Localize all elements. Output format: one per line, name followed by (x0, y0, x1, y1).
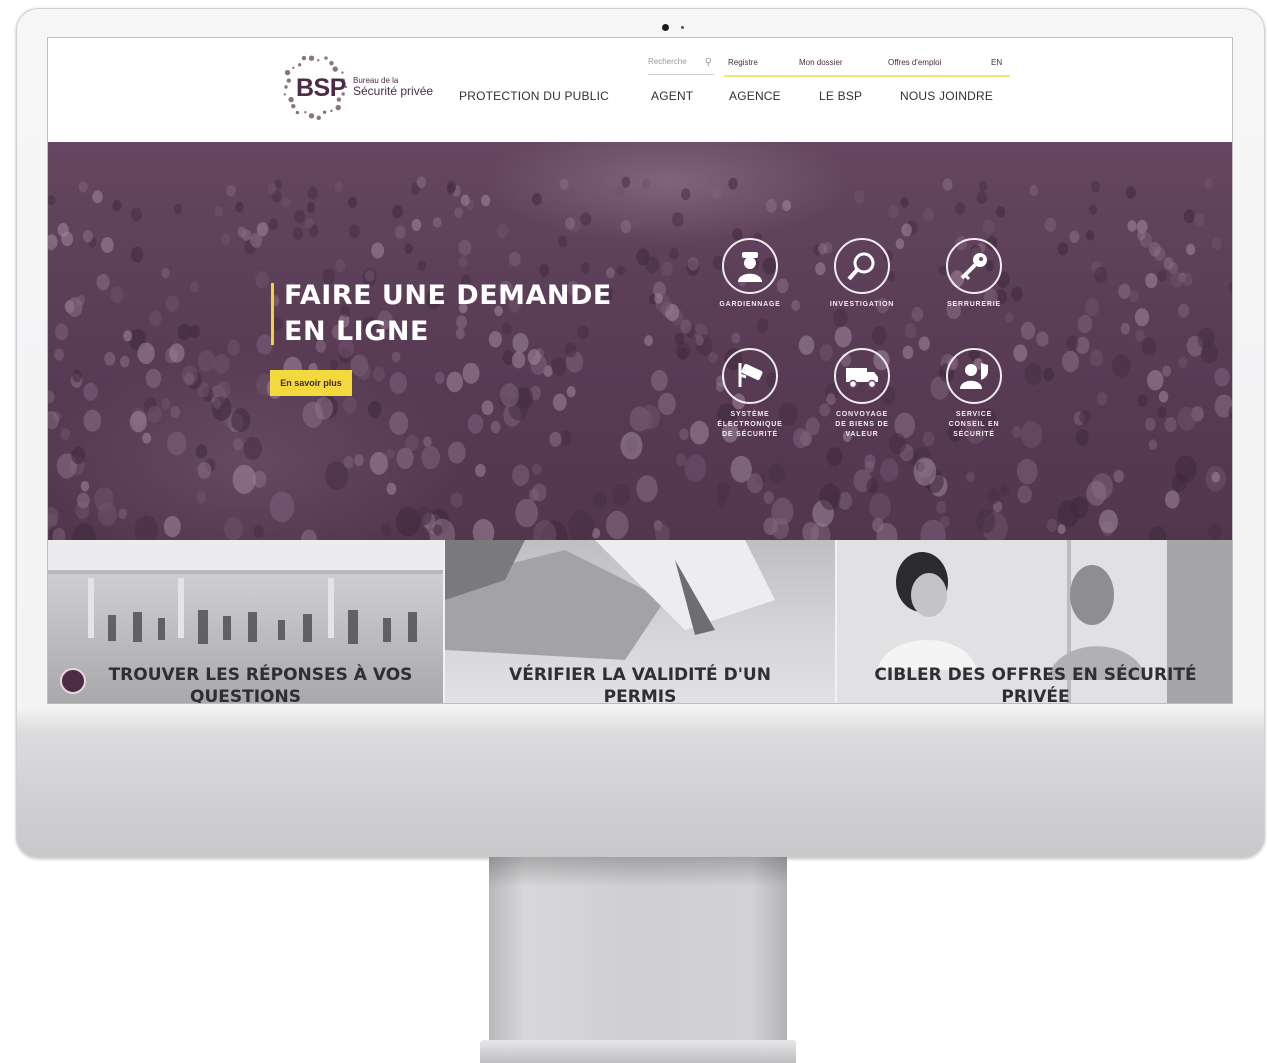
card-faq[interactable]: TROUVER LES RÉPONSES À VOS QUESTIONS (48, 540, 443, 704)
logo-dot (297, 63, 302, 67)
search-icon[interactable]: ⚲ (705, 57, 712, 68)
logo-dot (291, 104, 296, 109)
monitor-foot (480, 1040, 796, 1063)
card-divider (443, 540, 445, 703)
card-title-line2: QUESTIONS (190, 687, 301, 704)
card-title-line2: PRIVÉE (1001, 687, 1070, 704)
card-title-line2: PERMIS (603, 687, 677, 704)
service-convoyage[interactable]: CONVOYAGE DE BIENS DE VALEUR (812, 348, 912, 440)
service-investigation[interactable]: INVESTIGATION (812, 238, 912, 310)
logo-abbr: BSP (296, 74, 346, 102)
guard-icon (722, 238, 778, 294)
service-label: SERVICE CONSEIL EN SÉCURITÉ (948, 411, 1000, 438)
consultant-icon (946, 348, 1002, 404)
util-link-offres[interactable]: Offres d'emploi (888, 58, 941, 67)
camera-icon (722, 348, 778, 404)
service-label: CONVOYAGE DE BIENS DE VALEUR (835, 411, 889, 438)
language-toggle[interactable]: EN (991, 58, 1002, 67)
logo-dot (316, 115, 321, 120)
util-link-registre[interactable]: Registre (728, 58, 758, 67)
logo-dot (330, 109, 333, 113)
logo-dot (284, 85, 288, 89)
service-serrurerie[interactable]: SERRURERIE (924, 238, 1024, 310)
service-systeme-electronique[interactable]: SYSTÈME ÉLECTRONIQUE DE SÉCURITÉ (700, 348, 800, 440)
logo-dot (288, 96, 294, 103)
truck-icon (834, 348, 890, 404)
service-gardiennage[interactable]: GARDIENNAGE (700, 238, 800, 310)
logo-dot (308, 113, 315, 119)
card-title: TROUVER LES RÉPONSES À VOS (108, 665, 413, 685)
logo-dot (317, 58, 320, 62)
nav-agence[interactable]: AGENCE (729, 89, 781, 103)
logo-dot (322, 110, 327, 114)
search-input[interactable]: Recherche ⚲ (648, 57, 714, 75)
logo-dot (292, 66, 295, 69)
card-title: CIBLER DES OFFRES EN SÉCURITÉ (874, 665, 1197, 685)
crowd-background (48, 142, 1232, 540)
logo-dot (283, 93, 287, 96)
service-label: INVESTIGATION (829, 301, 895, 308)
hero-banner: FAIRE UNE DEMANDE EN LIGNE En savoir plu… (48, 142, 1232, 540)
nav-agent[interactable]: AGENT (651, 89, 693, 103)
logo-dot (324, 56, 328, 60)
search-placeholder: Recherche (648, 57, 687, 66)
logo-dot (304, 111, 307, 114)
logo-dot (301, 55, 307, 61)
logo-dot (308, 55, 315, 61)
logo-dot (284, 69, 291, 76)
service-label: SYSTÈME ÉLECTRONIQUE DE SÉCURITÉ (717, 411, 783, 438)
learn-more-button[interactable]: En savoir plus (270, 370, 352, 396)
nav-le-bsp[interactable]: LE BSP (819, 89, 862, 103)
camera-icon (662, 24, 669, 31)
logo-dot (295, 110, 300, 115)
card-offers[interactable]: CIBLER DES OFFRES EN SÉCURITÉ PRIVÉE (837, 540, 1232, 704)
service-conseil[interactable]: SERVICE CONSEIL EN SÉCURITÉ (924, 348, 1024, 440)
logo-dot (335, 104, 341, 111)
service-label: GARDIENNAGE (719, 301, 781, 308)
card-permit[interactable]: VÉRIFIER LA VALIDITÉ D'UN PERMIS (445, 540, 835, 704)
hero-accent-bar (271, 283, 274, 345)
service-label: SERRURERIE (947, 301, 1001, 308)
logo-dot (286, 78, 291, 83)
nav-protection-du-public[interactable]: PROTECTION DU PUBLIC (459, 89, 609, 103)
logo-dot (332, 66, 338, 72)
logo-line2: Sécurité privée (353, 84, 434, 98)
key-icon (946, 238, 1002, 294)
card-divider (835, 540, 837, 703)
stand-shadow (489, 857, 787, 887)
screen: BSP Bureau de la Sécurité privée Recherc… (47, 37, 1233, 704)
feature-cards: TROUVER LES RÉPONSES À VOS QUESTIONS VÉR… (48, 540, 1232, 704)
card-title: VÉRIFIER LA VALIDITÉ D'UN (509, 665, 771, 685)
camera-sensor-icon (681, 26, 684, 29)
logo[interactable]: BSP Bureau de la Sécurité privée (280, 52, 450, 122)
magnifier-icon (834, 238, 890, 294)
logo-dot (329, 60, 334, 66)
utility-underline (724, 75, 1010, 77)
util-link-mon-dossier[interactable]: Mon dossier (799, 58, 843, 67)
nav-nous-joindre[interactable]: NOUS JOINDRE (900, 89, 993, 103)
site-header: BSP Bureau de la Sécurité privée Recherc… (48, 38, 1232, 142)
hero-title: FAIRE UNE DEMANDE EN LIGNE (284, 280, 612, 347)
